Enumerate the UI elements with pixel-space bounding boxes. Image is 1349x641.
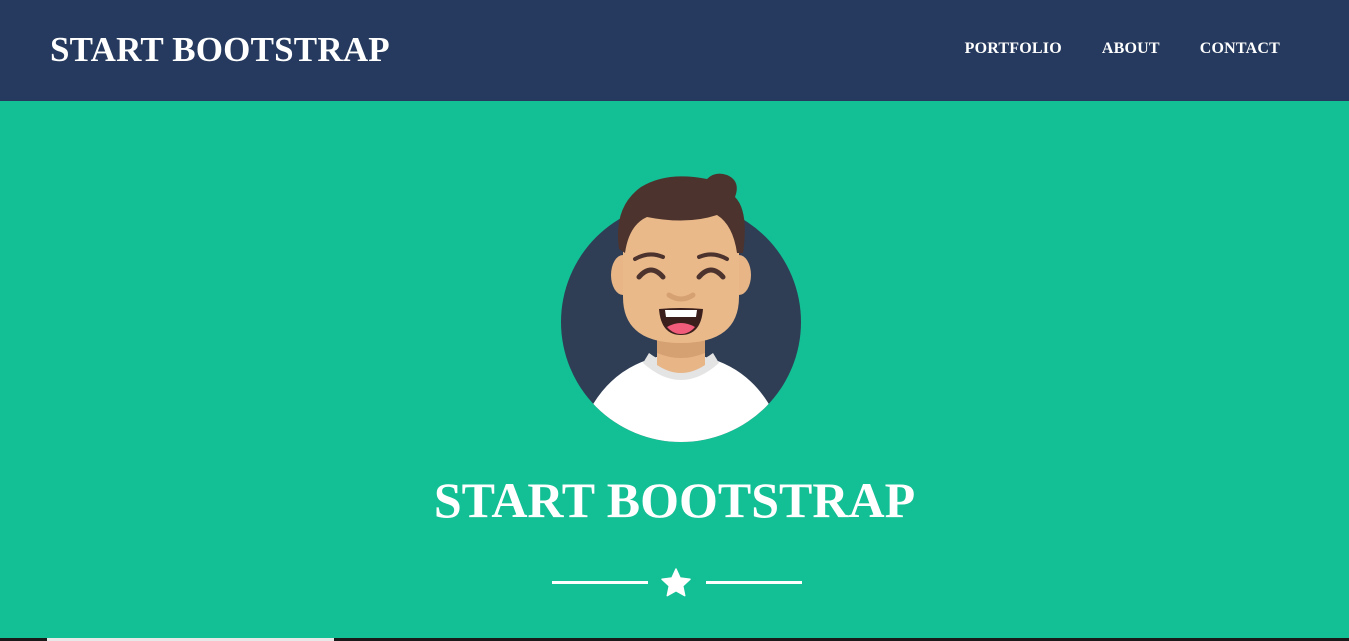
star-icon [661,568,691,597]
star-divider [552,565,802,599]
nav-link-about[interactable]: ABOUT [1102,39,1160,59]
masthead: START BOOTSTRAP [0,101,1349,641]
avatar-icon [561,173,801,442]
navbar: START BOOTSTRAP PORTFOLIO ABOUT CONTACT [0,0,1349,101]
nav-links: PORTFOLIO ABOUT CONTACT [965,39,1280,59]
nav-link-contact[interactable]: CONTACT [1200,39,1280,59]
nav-link-portfolio[interactable]: PORTFOLIO [965,39,1062,59]
brand-link[interactable]: START BOOTSTRAP [50,28,390,72]
hero-title: START BOOTSTRAP [433,472,916,528]
divider-line-left [552,581,648,584]
divider-line-right [706,581,802,584]
